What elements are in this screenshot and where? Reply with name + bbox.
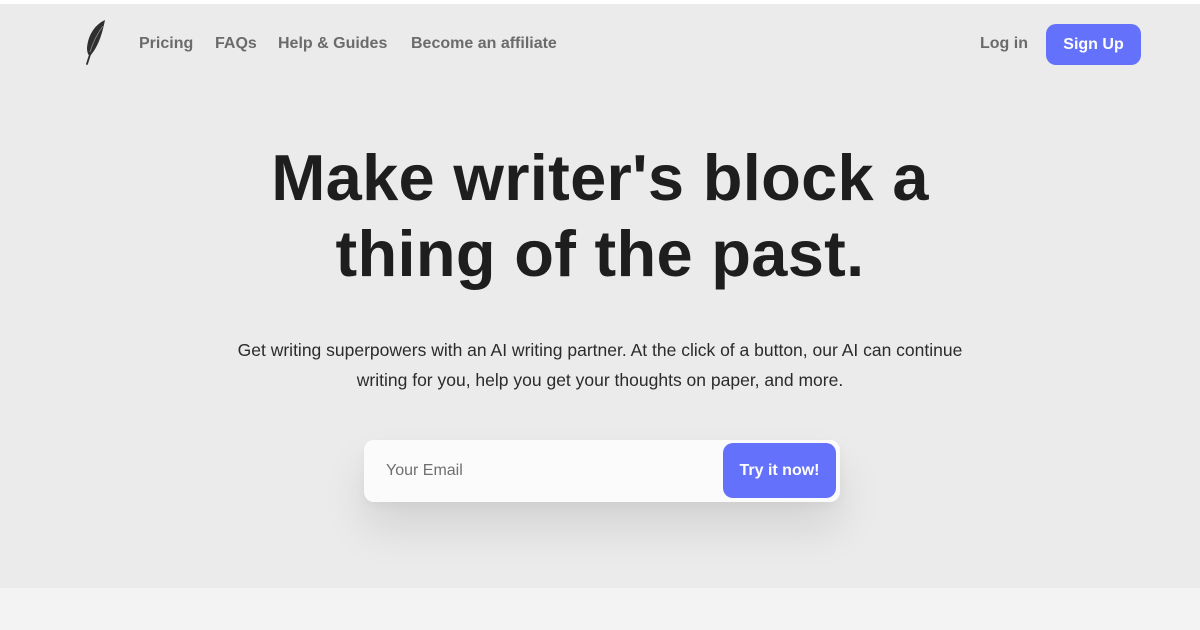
signup-button[interactable]: Sign Up bbox=[1046, 24, 1141, 65]
nav-link-pricing[interactable]: Pricing bbox=[139, 34, 193, 54]
hero-subtext: Get writing superpowers with an AI writi… bbox=[190, 335, 1010, 395]
try-it-now-button[interactable]: Try it now! bbox=[723, 443, 836, 498]
nav-link-become-affiliate[interactable]: Become an affiliate bbox=[411, 34, 557, 54]
feather-logo-icon[interactable] bbox=[82, 18, 110, 66]
login-link[interactable]: Log in bbox=[980, 34, 1028, 54]
hero-headline: Make writer's block a thing of the past. bbox=[200, 140, 1000, 292]
subtext-line-2: writing for you, help you get your thoug… bbox=[356, 370, 844, 390]
headline-line-1: Make writer's block a bbox=[271, 141, 929, 214]
nav-link-help-guides[interactable]: Help & Guides bbox=[278, 34, 387, 54]
subtext-line-1: Get writing superpowers with an AI writi… bbox=[237, 340, 963, 360]
email-input[interactable] bbox=[386, 451, 716, 491]
page-bottom-band bbox=[0, 588, 1200, 630]
email-signup-form: Try it now! bbox=[364, 440, 840, 502]
nav-link-faqs[interactable]: FAQs bbox=[215, 34, 257, 54]
headline-line-2: thing of the past. bbox=[335, 217, 865, 290]
